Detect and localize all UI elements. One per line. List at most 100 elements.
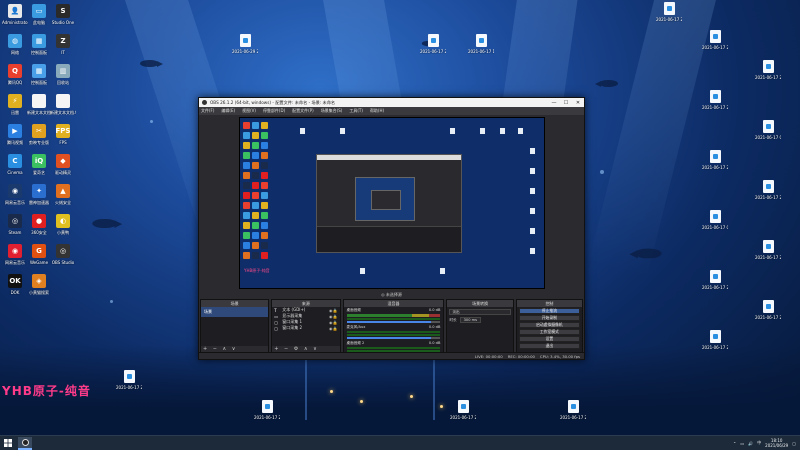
clock[interactable]: 18:10 2021/06/29 (765, 438, 788, 448)
desktop-icon[interactable]: ◍ 网络 (2, 34, 28, 55)
close-button[interactable]: ✕ (572, 100, 584, 106)
desktop-icon[interactable]: S Studio One (50, 4, 76, 25)
preview-app-icon (252, 152, 259, 159)
file-icon[interactable]: 2021-06-17 21-29-58 (702, 330, 728, 350)
desktop-icon[interactable]: ⚡ 迅雷 (2, 94, 28, 115)
file-icon[interactable]: 2021-06-17 21-30-39 (702, 150, 728, 170)
preview-app-icon (252, 252, 259, 259)
preview-canvas[interactable]: YHB原子-纯音 (239, 117, 545, 289)
desktop-icon[interactable]: iQ 爱奇艺 (26, 154, 52, 175)
menu-docks[interactable]: 停靠部件(D) (263, 108, 285, 114)
desktop-icon-label: Cinema (7, 170, 23, 175)
menu-bar: 文件(F) 编辑(E) 视图(V) 停靠部件(D) 配置文件(P) 场景集合(S… (199, 107, 584, 115)
file-icon[interactable]: 2021-06-17 21-40-02 (755, 180, 781, 200)
file-icon[interactable]: 2021-06-17 21-40-06 (254, 400, 280, 420)
maximize-button[interactable]: ☐ (560, 100, 572, 106)
exit-button[interactable]: 退出 (518, 343, 580, 349)
desktop-icon-label: 驱动精灵 (55, 170, 71, 175)
desktop-icon[interactable]: ◐ 小黄鸭 (50, 214, 76, 235)
studio-mode-button[interactable]: 工作室模式 (518, 329, 580, 335)
volume-slider[interactable] (346, 337, 441, 339)
desktop-icon[interactable]: 新建文本文档 (26, 94, 52, 115)
desktop-icon[interactable]: ◎ Steam (2, 214, 28, 235)
visibility-icon[interactable]: ◉🔒 (328, 314, 337, 319)
desktop-icon[interactable]: Z IT (50, 34, 76, 55)
desktop-icon[interactable]: OK DOK (2, 274, 28, 295)
visibility-icon[interactable]: ◉🔒 (328, 320, 337, 325)
desktop-icon[interactable]: Q 腾讯QQ (2, 64, 28, 85)
desktop-icon[interactable]: 新建文本文档.txt (50, 94, 76, 115)
file-icon[interactable]: 2021-06-17 21-40-14 (755, 300, 781, 320)
menu-scene-collection[interactable]: 场景集合(S) (321, 108, 343, 114)
settings-button[interactable]: 设置 (518, 336, 580, 342)
desktop-icon[interactable]: ● 360安全 (26, 214, 52, 235)
desktop-icon[interactable]: ◉ 网易云音乐 (2, 184, 28, 205)
menu-view[interactable]: 视图(V) (242, 108, 256, 114)
menu-help[interactable]: 帮助(H) (370, 108, 384, 114)
network-icon[interactable]: ▭ (740, 441, 744, 446)
notification-icon[interactable]: ▢ (792, 441, 796, 446)
controls-header: 控制 (516, 300, 582, 307)
file-icon[interactable]: 2021-06-17 06-28-04 (702, 210, 728, 230)
desktop-icon[interactable]: ▦ 控制面板 (26, 34, 52, 55)
desktop-icon[interactable]: ✂ 剪映专业版 (26, 124, 52, 145)
app-icon: ◎ (8, 214, 22, 228)
desktop-icon[interactable]: 👤 Administrator (2, 4, 28, 25)
file-icon[interactable]: 2021-06-17 21-20-07 (702, 30, 728, 50)
title-bar[interactable]: OBS 26.1.2 (64-bit, windows) - 配置文件: 未命名… (199, 98, 584, 107)
preview-file-icon (530, 188, 535, 194)
start-recording-button[interactable]: 开始录制 (518, 315, 580, 321)
menu-edit[interactable]: 编辑(E) (221, 108, 235, 114)
desktop-icon[interactable]: ◆ 驱动精灵 (50, 154, 76, 175)
desktop-icon[interactable]: ◈ 小黄猫搜索 (26, 274, 52, 295)
source-item[interactable]: ▢ 窗口采集 2 ◉🔒 (272, 325, 339, 331)
preview-app-icon (243, 192, 250, 199)
document-icon (709, 270, 721, 283)
duration-input[interactable]: 300 ms (459, 317, 481, 323)
desktop-icon[interactable]: ◉ 网易云音乐 (2, 244, 28, 265)
scene-item[interactable]: 场景 (201, 307, 269, 317)
desktop-icon[interactable]: ▦ 控制面板 (26, 64, 52, 85)
desktop-icon[interactable]: ▶ 腾讯视频 (2, 124, 28, 145)
stop-streaming-button[interactable]: 停止推流 (518, 308, 580, 314)
ime-indicator[interactable]: 中 (757, 440, 761, 446)
preview-file-icon (480, 128, 485, 134)
volume-slider[interactable] (346, 321, 441, 323)
desktop-icon[interactable]: G WeGame (26, 244, 52, 265)
virtual-camera-button[interactable]: 启动虚拟摄像机 (518, 322, 580, 328)
preview-app-icon (243, 122, 250, 129)
minimize-button[interactable]: — (548, 100, 560, 106)
app-icon: C (8, 154, 22, 168)
file-icon[interactable]: 2021-06-17 21-29-56 (755, 240, 781, 260)
desktop-icon[interactable]: ▲ 火绒安全 (50, 184, 76, 205)
file-icon[interactable]: 2021-06-17 22-09-22 (702, 90, 728, 110)
desktop-icon[interactable]: C Cinema (2, 154, 28, 175)
obs-taskbar-button[interactable] (18, 436, 32, 450)
file-icon[interactable]: 2021-06-17 06-28-03 (755, 120, 781, 140)
desktop-icon[interactable]: FPS FPS (50, 124, 76, 145)
desktop-icon[interactable]: ▭ 此电脑 (26, 4, 52, 25)
file-icon[interactable]: 2021-06-17 21-23-48 (656, 2, 682, 22)
obs-window[interactable]: OBS 26.1.2 (64-bit, windows) - 配置文件: 未命名… (198, 97, 585, 360)
file-icon[interactable]: 2021-06-17 21-23-48 (755, 60, 781, 80)
desktop-icon[interactable]: ✦ 雷神加速器 (26, 184, 52, 205)
file-icon[interactable]: 2021-06-17 21-40-08 (560, 400, 586, 420)
transition-select[interactable]: 淡出 (449, 309, 511, 315)
volume-icon[interactable]: 🔊 (748, 441, 753, 446)
channel-db: 0.0 dB (428, 341, 441, 345)
file-icon[interactable]: 2021-06-17 21-10-13 (450, 400, 476, 420)
file-icon[interactable]: 2021-06-29 23-21-15 (232, 34, 258, 54)
file-icon[interactable]: 2021-06-17 21-40-08 (702, 270, 728, 290)
visibility-icon[interactable]: ◉🔒 (328, 326, 337, 331)
visibility-icon[interactable]: ◉🔒 (328, 308, 337, 313)
chevron-up-icon[interactable]: ⌃ (733, 441, 736, 446)
menu-file[interactable]: 文件(F) (201, 108, 214, 114)
file-icon[interactable]: 2021-06-17 21-18-48 (420, 34, 446, 54)
menu-tools[interactable]: 工具(T) (349, 108, 363, 114)
menu-profile[interactable]: 配置文件(P) (292, 108, 314, 114)
file-icon[interactable]: 2021-06-17 21-01-53 (116, 370, 142, 390)
desktop-icon[interactable]: ▥ 回收站 (50, 64, 76, 85)
file-icon[interactable]: 2021-06-17 14-48-10 (468, 34, 494, 54)
windows-icon[interactable] (0, 436, 16, 450)
desktop-icon[interactable]: ◎ OBS Studio (50, 244, 76, 265)
